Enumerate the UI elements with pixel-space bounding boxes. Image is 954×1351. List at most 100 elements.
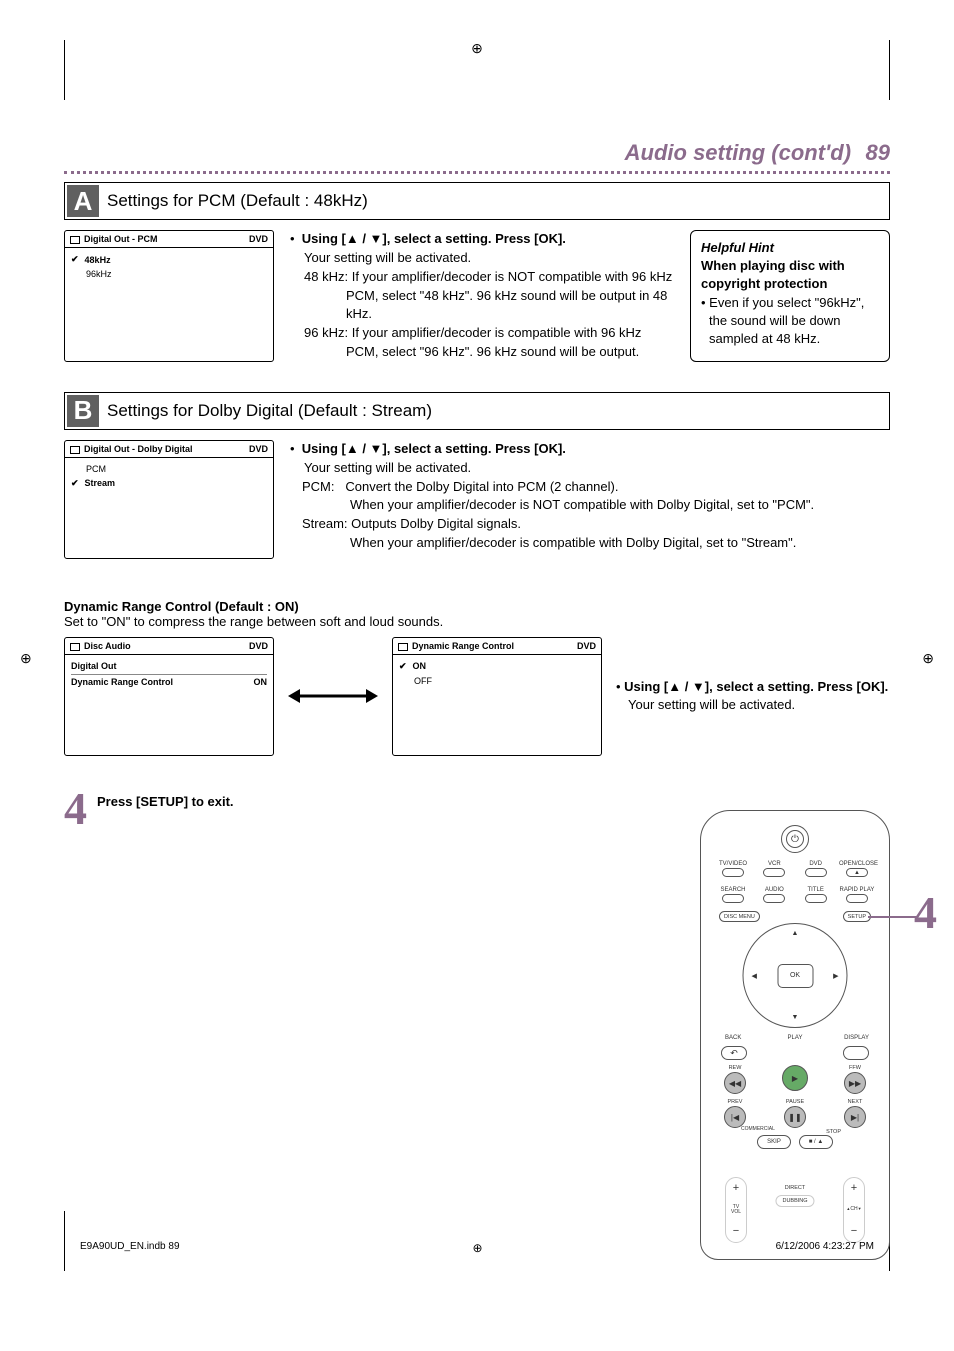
registration-mark-left: ⊕	[20, 650, 32, 667]
btn-tvvideo: TV/VIDEO	[719, 861, 747, 867]
back-label: BACK	[725, 1035, 741, 1041]
dubbing-button: DUBBING	[775, 1195, 814, 1207]
section-a-header: A Settings for PCM (Default : 48kHz)	[64, 182, 890, 220]
section-b-title: Settings for Dolby Digital (Default : St…	[101, 401, 432, 421]
desc-pcm-2: When your amplifier/decoder is NOT compa…	[290, 496, 890, 515]
ok-button: OK	[777, 964, 813, 988]
hint-subtitle: When playing disc with copyright protect…	[701, 258, 845, 291]
osd-drc-row-value: ON	[254, 677, 268, 687]
osd-disc-audio-title: Disc Audio	[84, 641, 131, 651]
display-label: DISPLAY	[844, 1035, 869, 1041]
section-a-title: Settings for PCM (Default : 48kHz)	[101, 191, 368, 211]
disc-menu-button: DISC MENU	[719, 911, 760, 922]
btn-openclose: OPEN/CLOSE	[839, 861, 878, 867]
osd-pcm-panel: Digital Out - PCM DVD ✔48kHz 96kHz	[64, 230, 274, 362]
page-footer: E9A90UD_EN.indb 89 ⊕ 6/12/2006 4:23:27 P…	[80, 1241, 874, 1255]
callout-line	[868, 916, 918, 918]
osd-item-96khz: 96kHz	[86, 269, 112, 279]
next-label: NEXT	[841, 1099, 869, 1105]
prev-label: PREV	[721, 1099, 749, 1105]
osd-pcm-title: Digital Out - PCM	[84, 234, 158, 244]
desc-96khz: If your amplifier/decoder is compatible …	[346, 325, 641, 359]
osd-dvd-tag: DVD	[249, 641, 268, 651]
label-stream: Stream:	[302, 516, 348, 531]
osd-item-on: ON	[413, 661, 427, 671]
dpad-left-icon: ◀	[752, 972, 757, 980]
btn-rapidplay: RAPID PLAY	[840, 887, 875, 893]
header-divider	[64, 168, 890, 174]
section-b-instruction: Using [▲ / ▼], select a setting. Press […	[302, 441, 566, 456]
dpad-down-icon: ▼	[792, 1014, 799, 1021]
osd-drc-row-label: Dynamic Range Control	[71, 677, 173, 687]
section-b-activated: Your setting will be activated.	[290, 459, 890, 478]
remote-diagram: ⏻ TV/VIDEO VCR DVD OPEN/CLOSE▲ SEARCH AU…	[700, 810, 890, 1260]
drc-instructions: • Using [▲ / ▼], select a setting. Press…	[616, 678, 890, 716]
dpad-up-icon: ▲	[792, 930, 799, 937]
osd-dvd-tag: DVD	[249, 234, 268, 244]
osd-dvd-tag: DVD	[249, 444, 268, 454]
check-icon: ✔	[399, 661, 407, 672]
hint-title: Helpful Hint	[701, 239, 879, 257]
label-pcm: PCM:	[302, 479, 335, 494]
osd-drc-panel: Dynamic Range Control DVD ✔ON OFF	[392, 637, 602, 756]
hint-body: Even if you select "96kHz", the sound wi…	[709, 295, 864, 346]
section-letter-b: B	[67, 395, 99, 427]
step-number-4: 4	[64, 786, 87, 832]
osd-icon	[70, 643, 80, 651]
ffw-label: FFW	[841, 1065, 869, 1071]
tv-vol-label: TVVOL	[731, 1205, 741, 1216]
pause-label: PAUSE	[781, 1099, 809, 1105]
section-b-header: B Settings for Dolby Digital (Default : …	[64, 392, 890, 430]
btn-vcr: VCR	[768, 861, 781, 867]
skip-button: SKIP	[757, 1135, 791, 1149]
direct-label: DIRECT	[785, 1185, 805, 1191]
drc-subheading: Set to "ON" to compress the range betwee…	[64, 614, 890, 629]
osd-item-off: OFF	[414, 676, 432, 686]
btn-dvd: DVD	[809, 861, 822, 867]
label-48khz: 48 kHz:	[304, 269, 348, 284]
osd-item-stream: Stream	[85, 478, 116, 488]
osd-item-48khz: 48kHz	[85, 255, 111, 265]
registration-mark-bottom: ⊕	[473, 1241, 483, 1255]
ch-label: CH	[850, 1206, 857, 1212]
desc-48khz: If your amplifier/decoder is NOT compati…	[346, 269, 672, 322]
display-button	[843, 1046, 869, 1060]
section-letter-a: A	[67, 185, 99, 217]
btn-search: SEARCH	[720, 887, 745, 893]
footer-filename: E9A90UD_EN.indb 89	[80, 1241, 180, 1255]
dpad-right-icon: ▶	[833, 972, 838, 980]
osd-icon	[398, 643, 408, 651]
ch-control: + ▲CH▼ −	[843, 1177, 865, 1243]
check-icon: ✔	[71, 478, 79, 489]
drc-activated: Your setting will be activated.	[616, 696, 890, 715]
next-button: ▶|	[844, 1106, 866, 1128]
section-a-instruction: Using [▲ / ▼], select a setting. Press […	[302, 231, 566, 246]
desc-stream-2: When your amplifier/decoder is compatibl…	[290, 534, 890, 553]
helpful-hint-box: Helpful Hint When playing disc with copy…	[690, 230, 890, 362]
osd-icon	[70, 236, 80, 244]
pause-button: ❚❚	[784, 1106, 806, 1128]
desc-stream-1: Outputs Dolby Digital signals.	[351, 516, 521, 531]
crop-mark	[64, 1211, 65, 1271]
back-button: ↶	[721, 1046, 747, 1060]
label-96khz: 96 kHz:	[304, 325, 348, 340]
double-arrow-icon	[288, 689, 378, 703]
btn-title: TITLE	[807, 887, 823, 893]
osd-dolby-panel: Digital Out - Dolby Digital DVD PCM ✔ Str…	[64, 440, 274, 559]
rew-label: REW	[721, 1065, 749, 1071]
osd-dvd-tag: DVD	[577, 641, 596, 651]
osd-item-pcm: PCM	[86, 464, 106, 474]
btn-audio: AUDIO	[765, 887, 784, 893]
rew-button: ◀◀	[724, 1072, 746, 1094]
d-pad: ▲ ▼ ◀ ▶ OK	[743, 923, 848, 1028]
drc-heading: Dynamic Range Control (Default : ON)	[64, 599, 890, 614]
section-b-body: • Using [▲ / ▼], select a setting. Press…	[290, 440, 890, 559]
ffw-button: ▶▶	[844, 1072, 866, 1094]
osd-dolby-title: Digital Out - Dolby Digital	[84, 444, 193, 454]
play-button: ▶	[782, 1065, 808, 1091]
osd-disc-audio-panel: Disc Audio DVD Digital Out Dynamic Range…	[64, 637, 274, 756]
step-4-text: Press [SETUP] to exit.	[97, 786, 234, 809]
prev-button: |◀	[724, 1106, 746, 1128]
drc-instruction: Using [▲ / ▼], select a setting. Press […	[624, 679, 888, 694]
play-label: PLAY	[788, 1035, 803, 1041]
